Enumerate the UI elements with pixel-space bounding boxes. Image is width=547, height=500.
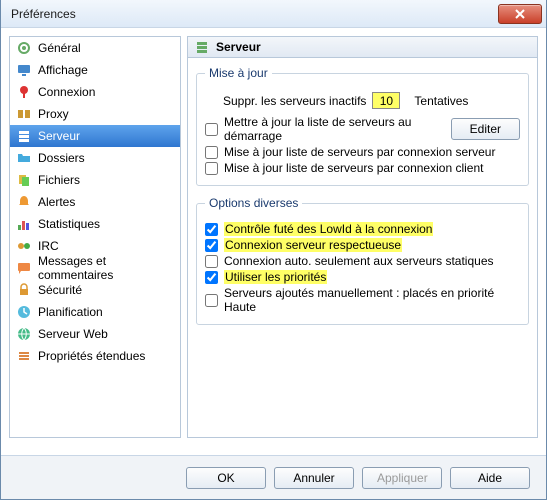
server-icon bbox=[16, 128, 32, 144]
cb-label: Contrôle futé des LowId à la connexion bbox=[224, 222, 433, 236]
sidebar-item-label: Sécurité bbox=[38, 283, 82, 297]
server-icon bbox=[194, 39, 210, 55]
sidebar-item-webserver[interactable]: Serveur Web bbox=[10, 323, 180, 345]
cb-label: Mettre à jour la liste de serveurs au dé… bbox=[224, 115, 445, 143]
cb-row: Connexion auto. seulement aux serveurs s… bbox=[205, 254, 520, 268]
sidebar-item-label: IRC bbox=[38, 239, 59, 253]
sidebar-item-folders[interactable]: Dossiers bbox=[10, 147, 180, 169]
cb-update-server-conn[interactable] bbox=[205, 146, 218, 159]
cb-lowid-check[interactable] bbox=[205, 223, 218, 236]
sidebar-item-label: Serveur Web bbox=[38, 327, 108, 341]
cb-label: Mise à jour liste de serveurs par connex… bbox=[224, 145, 495, 159]
cb-update-client-conn[interactable] bbox=[205, 162, 218, 175]
clock-icon bbox=[16, 304, 32, 320]
options-group: Options diverses Contrôle futé des LowId… bbox=[196, 196, 529, 325]
cb-manual-high[interactable] bbox=[205, 294, 218, 307]
cancel-button[interactable]: Annuler bbox=[274, 467, 354, 489]
cb-label: Mise à jour liste de serveurs par connex… bbox=[224, 161, 483, 175]
apply-button[interactable]: Appliquer bbox=[362, 467, 442, 489]
sidebar-item-label: Statistiques bbox=[38, 217, 100, 231]
sidebar-item-connection[interactable]: Connexion bbox=[10, 81, 180, 103]
content-area: Général Affichage Connexion Proxy Serveu… bbox=[1, 28, 546, 446]
sidebar: Général Affichage Connexion Proxy Serveu… bbox=[9, 36, 181, 438]
sidebar-item-label: Général bbox=[38, 41, 81, 55]
sidebar-item-label: Messages et commentaires bbox=[38, 254, 174, 282]
cb-row: Connexion serveur respectueuse bbox=[205, 238, 520, 252]
preferences-window: Préférences Général Affichage Connexion … bbox=[0, 0, 547, 500]
update-group: Mise à jour Suppr. les serveurs inactifs… bbox=[196, 66, 529, 186]
suppr-value-input[interactable] bbox=[372, 92, 400, 109]
sidebar-item-label: Propriétés étendues bbox=[38, 349, 145, 363]
sidebar-item-advanced[interactable]: Propriétés étendues bbox=[10, 345, 180, 367]
main-panel: Serveur Mise à jour Suppr. les serveurs … bbox=[187, 36, 538, 438]
sidebar-item-label: Dossiers bbox=[38, 151, 85, 165]
gear-icon bbox=[16, 40, 32, 56]
sidebar-item-label: Proxy bbox=[38, 107, 69, 121]
cb-row: Mise à jour liste de serveurs par connex… bbox=[205, 145, 520, 159]
cb-auto-static[interactable] bbox=[205, 255, 218, 268]
globe-icon bbox=[16, 326, 32, 342]
suppr-row: Suppr. les serveurs inactifs Tentatives bbox=[205, 92, 520, 109]
monitor-icon bbox=[16, 62, 32, 78]
stats-icon bbox=[16, 216, 32, 232]
help-button[interactable]: Aide bbox=[450, 467, 530, 489]
messages-icon bbox=[16, 260, 32, 276]
cb-row: Serveurs ajoutés manuellement : placés e… bbox=[205, 286, 520, 314]
sidebar-item-proxy[interactable]: Proxy bbox=[10, 103, 180, 125]
sidebar-item-label: Serveur bbox=[38, 129, 80, 143]
titlebar: Préférences bbox=[1, 0, 546, 28]
sidebar-item-label: Connexion bbox=[38, 85, 95, 99]
bell-icon bbox=[16, 194, 32, 210]
sidebar-item-security[interactable]: Sécurité bbox=[10, 279, 180, 301]
cb-label: Serveurs ajoutés manuellement : placés e… bbox=[224, 286, 520, 314]
cb-update-startup[interactable] bbox=[205, 123, 218, 136]
suppr-label: Suppr. les serveurs inactifs bbox=[223, 94, 366, 108]
sidebar-item-stats[interactable]: Statistiques bbox=[10, 213, 180, 235]
sidebar-item-label: Affichage bbox=[38, 63, 88, 77]
tentatives-label: Tentatives bbox=[414, 94, 468, 108]
dialog-footer: OK Annuler Appliquer Aide bbox=[1, 455, 546, 499]
sidebar-item-label: Fichiers bbox=[38, 173, 80, 187]
sidebar-item-files[interactable]: Fichiers bbox=[10, 169, 180, 191]
cb-label: Utiliser les priorités bbox=[224, 270, 327, 284]
cb-respectful-conn[interactable] bbox=[205, 239, 218, 252]
advanced-icon bbox=[16, 348, 32, 364]
panel-header: Serveur bbox=[187, 36, 538, 58]
sidebar-item-label: Planification bbox=[38, 305, 103, 319]
close-icon bbox=[515, 9, 525, 19]
sidebar-item-messages[interactable]: Messages et commentaires bbox=[10, 257, 180, 279]
sidebar-item-alerts[interactable]: Alertes bbox=[10, 191, 180, 213]
edit-button[interactable]: Editer bbox=[451, 118, 520, 140]
sidebar-item-display[interactable]: Affichage bbox=[10, 59, 180, 81]
ok-button[interactable]: OK bbox=[186, 467, 266, 489]
cb-row: Mise à jour liste de serveurs par connex… bbox=[205, 161, 520, 175]
sidebar-item-server[interactable]: Serveur bbox=[10, 125, 180, 147]
update-legend: Mise à jour bbox=[205, 66, 272, 80]
connection-icon bbox=[16, 84, 32, 100]
panel-body: Mise à jour Suppr. les serveurs inactifs… bbox=[187, 58, 538, 438]
lock-icon bbox=[16, 282, 32, 298]
cb-row: Mettre à jour la liste de serveurs au dé… bbox=[205, 115, 520, 143]
close-button[interactable] bbox=[498, 4, 542, 24]
cb-label: Connexion serveur respectueuse bbox=[224, 238, 402, 252]
window-title: Préférences bbox=[11, 7, 76, 21]
proxy-icon bbox=[16, 106, 32, 122]
irc-icon bbox=[16, 238, 32, 254]
sidebar-item-general[interactable]: Général bbox=[10, 37, 180, 59]
files-icon bbox=[16, 172, 32, 188]
sidebar-item-schedule[interactable]: Planification bbox=[10, 301, 180, 323]
cb-row: Contrôle futé des LowId à la connexion bbox=[205, 222, 520, 236]
panel-title: Serveur bbox=[216, 40, 261, 54]
sidebar-item-label: Alertes bbox=[38, 195, 75, 209]
cb-row: Utiliser les priorités bbox=[205, 270, 520, 284]
cb-use-priorities[interactable] bbox=[205, 271, 218, 284]
options-legend: Options diverses bbox=[205, 196, 302, 210]
folder-icon bbox=[16, 150, 32, 166]
cb-label: Connexion auto. seulement aux serveurs s… bbox=[224, 254, 494, 268]
